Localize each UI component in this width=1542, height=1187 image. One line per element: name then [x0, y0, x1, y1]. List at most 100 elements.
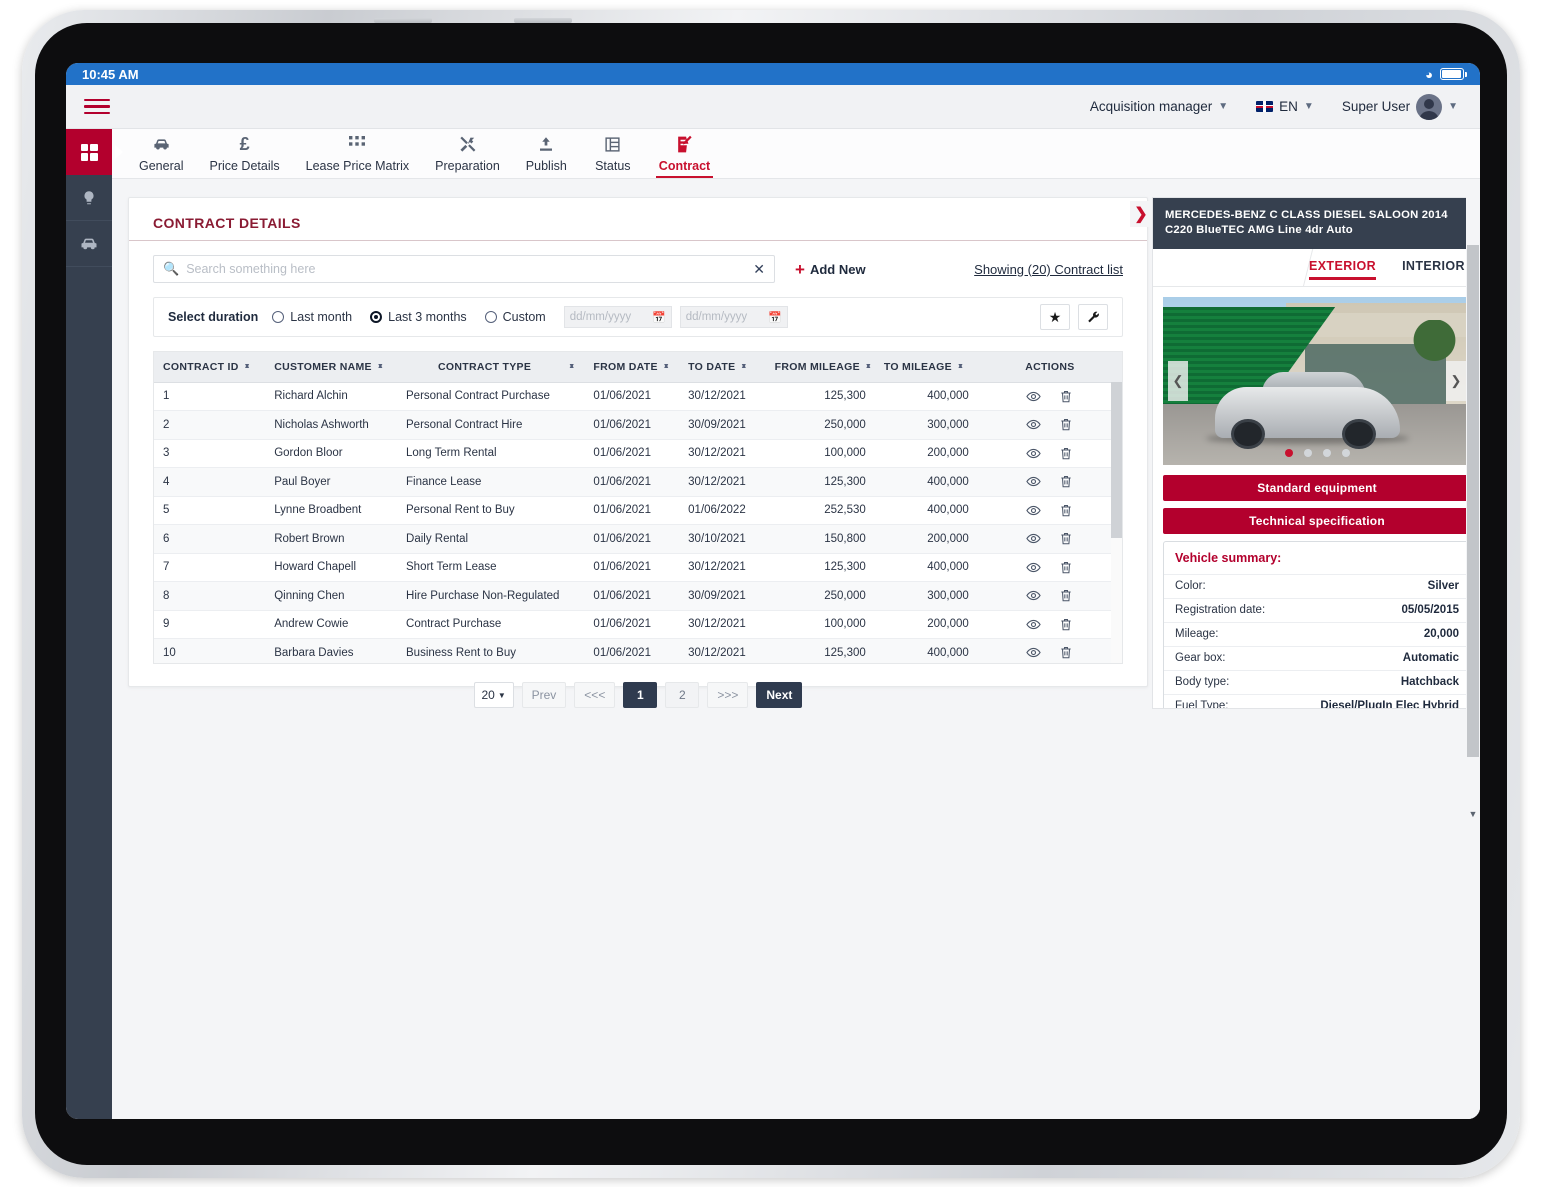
col-contract-type[interactable]: CONTRACT TYPE ▲ ▼ — [397, 352, 585, 383]
page-button-1[interactable]: 1 — [623, 682, 658, 708]
carousel-dot-1[interactable] — [1284, 448, 1293, 457]
eye-icon[interactable] — [1026, 474, 1042, 489]
tab-interior[interactable]: INTERIOR — [1402, 259, 1465, 276]
page-button-2[interactable]: 2 — [665, 682, 700, 708]
col-customer-name[interactable]: CUSTOMER NAME ▲ ▼ — [265, 352, 398, 383]
rail-item-vehicles[interactable] — [66, 221, 112, 267]
search-input[interactable] — [186, 262, 748, 276]
table-row[interactable]: 8 Qinning Chen Hire Purchase Non-Regulated… — [154, 581, 1122, 611]
radio-custom[interactable]: Custom — [484, 310, 546, 324]
tab-general[interactable]: General — [126, 133, 196, 178]
cell-from-mileage: 125,300 — [765, 553, 875, 582]
next-page-button[interactable]: Next — [756, 682, 803, 708]
tab-preparation[interactable]: Preparation — [422, 133, 513, 178]
trash-icon[interactable] — [1059, 503, 1073, 518]
calendar-icon[interactable]: 📅 — [652, 311, 666, 324]
col-to-mileage[interactable]: TO MILEAGE ▲ ▼ — [874, 352, 978, 383]
table-scrollbar-thumb[interactable] — [1111, 382, 1122, 538]
page-scrollbar[interactable]: ▼ — [1466, 195, 1480, 1119]
table-row[interactable]: 3 Gordon Bloor Long Term Rental 01/06/2021 3… — [154, 439, 1122, 468]
date-from-placeholder: dd/mm/yyyy — [569, 311, 632, 323]
technical-specification-button[interactable]: Technical specification — [1163, 507, 1471, 534]
column-label: TO DATE — [688, 360, 736, 373]
tab-label: Lease Price Matrix — [305, 159, 410, 173]
tab-label: Publish — [525, 159, 567, 173]
tab-publish[interactable]: Publish — [513, 133, 580, 178]
table-row[interactable]: 6 Robert Brown Daily Rental 01/06/2021 30/10… — [154, 524, 1122, 554]
table-scrollbar[interactable] — [1111, 382, 1122, 663]
panel-collapse-button[interactable]: ❯ — [1130, 201, 1152, 227]
last-page-button[interactable]: >>> — [707, 682, 749, 708]
prev-page-button[interactable]: Prev — [521, 682, 567, 708]
tab-contract[interactable]: Contract — [646, 133, 723, 178]
date-from-input[interactable]: dd/mm/yyyy 📅 — [563, 306, 672, 328]
favorite-button[interactable]: ★ — [1040, 304, 1070, 330]
table-row[interactable]: 5 Lynne Broadbent Personal Rent to Buy 01/0… — [154, 496, 1122, 525]
tab-lease-price-matrix[interactable]: Lease Price Matrix — [293, 133, 423, 178]
trash-icon[interactable] — [1059, 417, 1073, 432]
eye-icon[interactable] — [1026, 417, 1042, 432]
wifi-icon: ◕ — [1425, 66, 1433, 82]
table-row[interactable]: 2 Nicholas Ashworth Personal Contract Hire… — [154, 410, 1122, 440]
trash-icon[interactable] — [1059, 389, 1073, 404]
radio-last-3-months[interactable]: Last 3 months — [370, 310, 467, 324]
showing-contract-list-link[interactable]: Showing (20) Contract list — [974, 262, 1123, 277]
column-label: FROM MILEAGE — [774, 360, 860, 373]
trash-icon[interactable] — [1059, 617, 1073, 632]
eye-icon[interactable] — [1026, 588, 1042, 603]
col-from-mileage[interactable]: FROM MILEAGE ▲ ▼ — [765, 352, 875, 383]
role-selector[interactable]: Acquisition manager ▼ — [1090, 99, 1228, 114]
eye-icon[interactable] — [1026, 645, 1042, 660]
standard-equipment-button[interactable]: Standard equipment — [1163, 474, 1471, 501]
table-row[interactable]: 1 Richard Alchin Personal Contract Purchas… — [154, 382, 1122, 411]
user-menu[interactable]: Super User ▼ — [1342, 93, 1458, 120]
page-size-select[interactable]: 20 ▼ — [473, 682, 514, 708]
table-row[interactable]: 9 Andrew Cowie Contract Purchase 01/06/2021… — [154, 610, 1122, 639]
eye-icon[interactable] — [1026, 446, 1042, 461]
rail-item-insights[interactable] — [66, 175, 112, 221]
trash-icon[interactable] — [1059, 531, 1073, 546]
eye-icon[interactable] — [1026, 531, 1042, 546]
radio-last-month[interactable]: Last month — [272, 310, 352, 324]
table-row[interactable]: 7 Howard Chapell Short Term Lease 01/06/202… — [154, 553, 1122, 582]
cell-from-mileage: 252,530 — [765, 496, 875, 525]
add-new-button[interactable]: + Add New — [795, 261, 866, 278]
carousel-dot-2[interactable] — [1303, 448, 1312, 457]
tab-status[interactable]: Status — [580, 133, 646, 178]
col-to-date[interactable]: TO DATE ▲ ▼ — [679, 352, 766, 383]
close-icon[interactable]: ✕ — [747, 261, 765, 278]
select-duration-label: Select duration — [168, 310, 259, 324]
cell-to-date: 30/12/2021 — [679, 382, 766, 411]
eye-icon[interactable] — [1026, 560, 1042, 575]
cell-from-mileage: 250,000 — [765, 410, 875, 440]
scroll-down-arrow-icon[interactable]: ▼ — [1466, 809, 1480, 819]
tab-price-details[interactable]: £ Price Details — [196, 133, 292, 178]
language-selector[interactable]: EN ▼ — [1256, 99, 1314, 114]
date-to-input[interactable]: dd/mm/yyyy 📅 — [679, 306, 788, 328]
hamburger-menu-icon[interactable] — [84, 95, 110, 119]
col-from-date[interactable]: FROM DATE ▲ ▼ — [584, 352, 680, 383]
eye-icon[interactable] — [1026, 389, 1042, 404]
search-box[interactable]: 🔍 ✕ — [153, 255, 775, 283]
first-page-button[interactable]: <<< — [574, 682, 616, 708]
settings-button[interactable] — [1078, 304, 1108, 330]
cell-customer-name: Robert Brown — [265, 524, 398, 554]
carousel-next-button[interactable]: ❯ — [1446, 360, 1466, 401]
eye-icon[interactable] — [1026, 503, 1042, 518]
carousel-dot-4[interactable] — [1341, 448, 1350, 457]
page-scrollbar-thumb[interactable] — [1467, 245, 1479, 757]
table-row[interactable]: 4 Paul Boyer Finance Lease 01/06/2021 30/12/… — [154, 467, 1122, 497]
rail-item-dashboard[interactable] — [66, 129, 123, 175]
table-row[interactable]: 10 Barbara Davies Business Rent to Buy 01/0… — [154, 638, 1122, 663]
carousel-dot-3[interactable] — [1322, 448, 1331, 457]
calendar-icon[interactable]: 📅 — [768, 311, 782, 324]
trash-icon[interactable] — [1059, 588, 1073, 603]
trash-icon[interactable] — [1059, 560, 1073, 575]
trash-icon[interactable] — [1059, 446, 1073, 461]
carousel-prev-button[interactable]: ❮ — [1168, 360, 1188, 401]
col-contract-id[interactable]: CONTRACT ID ▲ ▼ — [154, 352, 266, 383]
trash-icon[interactable] — [1059, 645, 1073, 660]
trash-icon[interactable] — [1059, 474, 1073, 489]
tab-exterior[interactable]: EXTERIOR — [1308, 259, 1377, 280]
eye-icon[interactable] — [1026, 617, 1042, 632]
